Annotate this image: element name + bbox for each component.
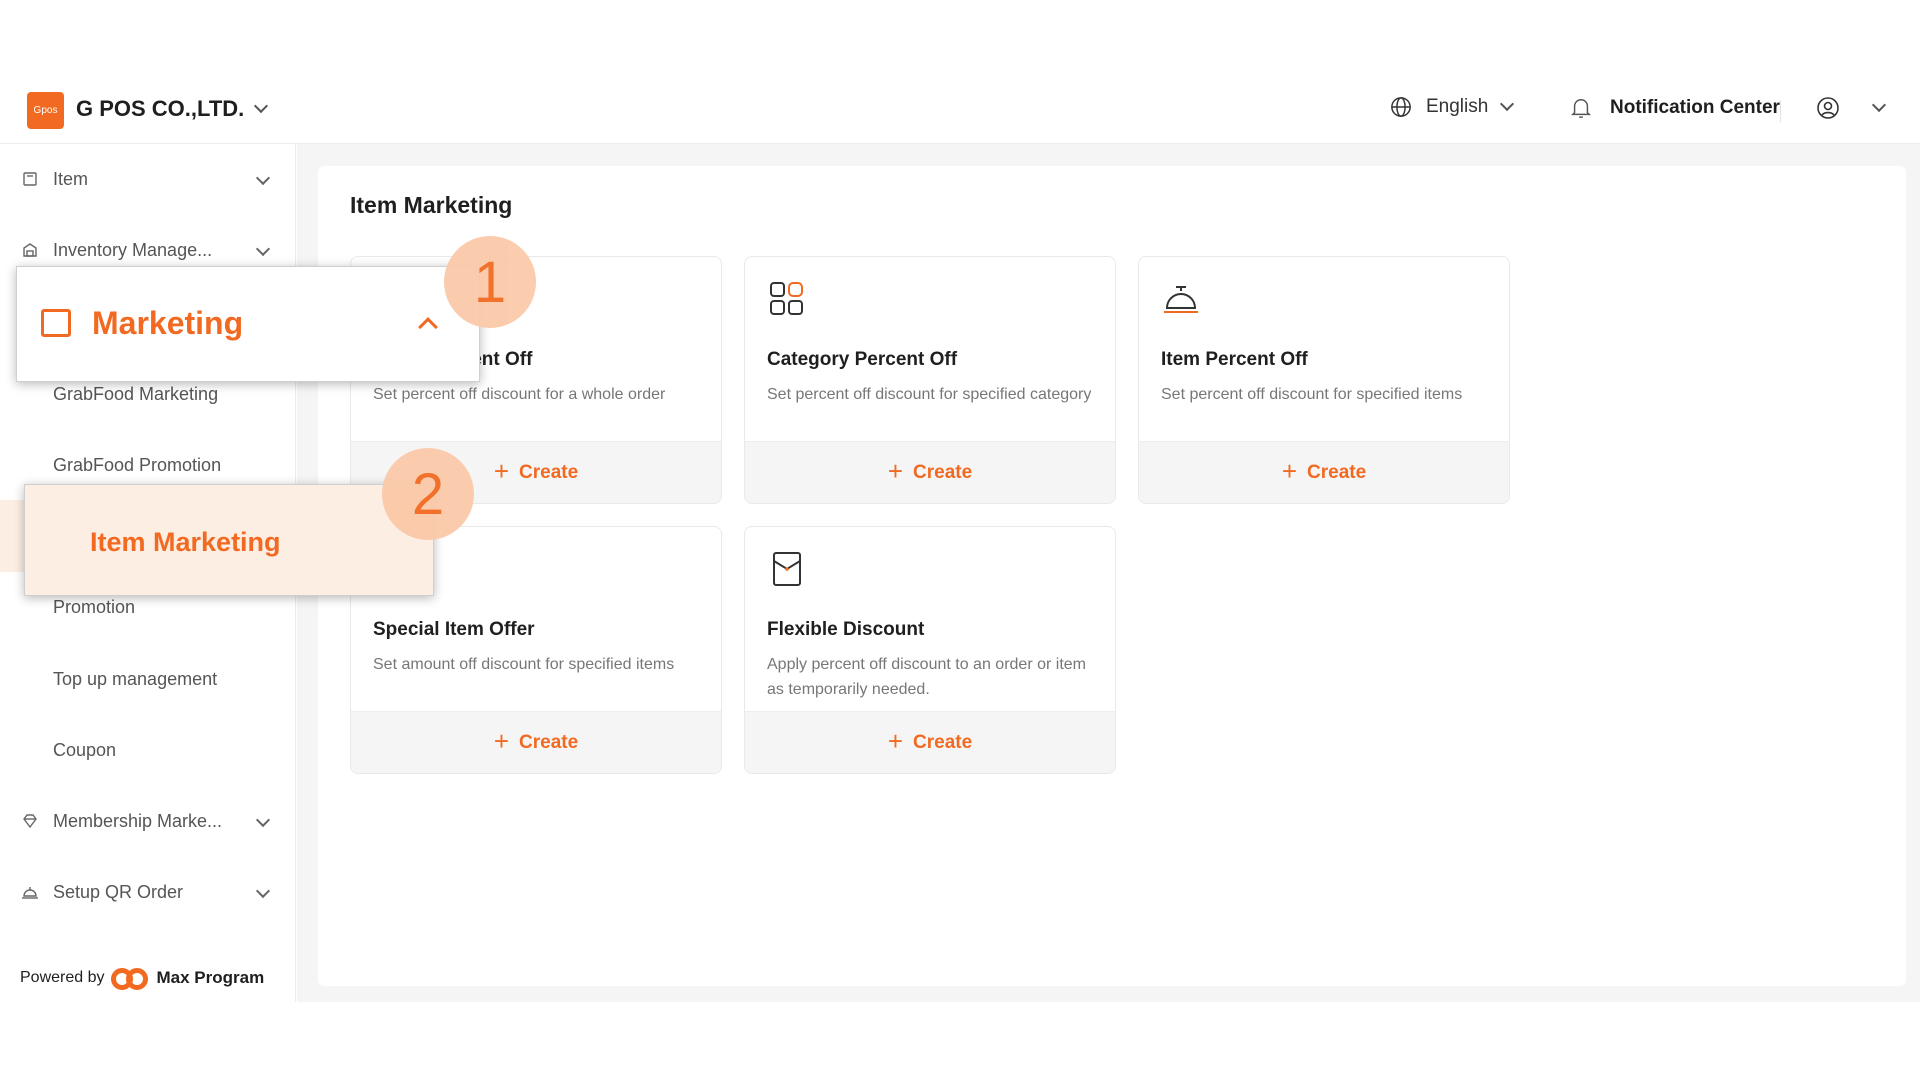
envelope-discount-icon bbox=[773, 552, 801, 586]
card-category-percent-off: Category Percent Off Set percent off dis… bbox=[744, 256, 1116, 504]
card-flexible-discount: Flexible Discount Apply percent off disc… bbox=[744, 526, 1116, 774]
sidebar-item-item[interactable]: Item bbox=[0, 151, 296, 207]
sidebar-item-item-marketing[interactable]: Item Marketing bbox=[24, 484, 434, 596]
logo-text: Gpos bbox=[33, 105, 58, 116]
card-description: Set percent off discount for a whole ord… bbox=[373, 386, 666, 403]
bell-service-icon bbox=[21, 883, 39, 901]
card-description: Set percent off discount for specified i… bbox=[1161, 386, 1463, 403]
language-label: English bbox=[1426, 96, 1489, 117]
brand-name: Max Program bbox=[156, 968, 265, 987]
plus-icon: + bbox=[1281, 456, 1298, 486]
create-button[interactable]: + Create bbox=[745, 441, 1115, 503]
max-program-logo-icon bbox=[110, 966, 151, 990]
notification-label: Notification Center bbox=[1610, 97, 1780, 118]
sidebar-subitem-label: GrabFood Promotion bbox=[53, 454, 222, 475]
marketing-label: Marketing bbox=[92, 305, 244, 341]
plus-icon: + bbox=[493, 726, 510, 756]
chevron-up-icon bbox=[418, 317, 438, 337]
card-item-percent-off: Item Percent Off Set percent off discoun… bbox=[1138, 256, 1510, 504]
powered-by-label: Powered by bbox=[20, 969, 105, 986]
sidebar-item-setup-qr-order[interactable]: Setup QR Order bbox=[0, 864, 296, 920]
chevron-down-icon bbox=[1871, 97, 1887, 113]
language-selector[interactable]: English bbox=[1390, 96, 1515, 118]
box-icon bbox=[21, 170, 39, 188]
create-button[interactable]: + Create bbox=[745, 711, 1115, 773]
chevron-down-icon bbox=[255, 170, 271, 186]
sidebar-subitem-label: Coupon bbox=[53, 739, 117, 760]
card-title: Flexible Discount bbox=[767, 619, 925, 640]
sidebar-subitem-label: GrabFood Marketing bbox=[53, 383, 219, 404]
plus-icon: + bbox=[887, 456, 904, 486]
chevron-down-icon bbox=[255, 812, 271, 828]
item-marketing-label: Item Marketing bbox=[90, 527, 281, 557]
company-logo[interactable]: Gpos bbox=[27, 92, 64, 129]
chevron-down-icon bbox=[254, 98, 269, 114]
create-button[interactable]: + Create bbox=[1139, 441, 1509, 503]
plus-icon: + bbox=[887, 726, 904, 756]
create-label: Create bbox=[519, 731, 579, 753]
sidebar-subitem-label: Top up management bbox=[53, 668, 218, 689]
card-title: Item Percent Off bbox=[1161, 349, 1308, 370]
card-description: Apply percent off discount to an order o… bbox=[767, 656, 1086, 698]
globe-icon bbox=[1391, 97, 1411, 117]
page-title: Item Marketing bbox=[350, 192, 513, 218]
warehouse-icon bbox=[21, 241, 39, 259]
user-circle-icon bbox=[1817, 97, 1839, 119]
company-name: G POS CO.,LTD. bbox=[76, 96, 245, 121]
card-description: Set amount off discount for specified it… bbox=[373, 656, 675, 673]
chevron-down-icon bbox=[255, 883, 271, 899]
user-menu[interactable] bbox=[1816, 96, 1887, 120]
step-badge-1: 1 bbox=[444, 236, 536, 328]
create-label: Create bbox=[1307, 461, 1367, 483]
powered-by: Powered by Max Program bbox=[20, 966, 264, 990]
sidebar-subitem-label: Promotion bbox=[53, 596, 136, 617]
card-title: Special Item Offer bbox=[373, 619, 535, 640]
ticket-icon bbox=[41, 309, 71, 337]
card-description: Set percent off discount for specified c… bbox=[767, 386, 1092, 403]
category-grid-icon bbox=[770, 282, 803, 315]
notification-center-button[interactable]: Notification Center bbox=[1570, 96, 1780, 120]
sidebar-item-top-up-management[interactable]: Top up management bbox=[0, 651, 296, 707]
service-bell-icon bbox=[1164, 286, 1198, 313]
chevron-down-icon bbox=[1500, 96, 1515, 112]
company-switcher[interactable]: G POS CO.,LTD. bbox=[76, 96, 269, 122]
sidebar-item-coupon[interactable]: Coupon bbox=[0, 722, 296, 778]
bell-icon bbox=[1570, 99, 1592, 118]
sidebar-item-label: Setup QR Order bbox=[53, 881, 184, 902]
step-badge-2: 2 bbox=[382, 448, 474, 540]
sidebar-item-marketing[interactable]: Marketing bbox=[16, 266, 480, 382]
header-divider bbox=[1780, 100, 1781, 122]
create-button[interactable]: + Create bbox=[351, 711, 721, 773]
chevron-down-icon bbox=[255, 241, 271, 257]
card-title: Category Percent Off bbox=[767, 349, 958, 370]
create-label: Create bbox=[913, 731, 973, 753]
create-label: Create bbox=[913, 461, 973, 483]
create-label: Create bbox=[519, 461, 579, 483]
sidebar-item-label: Item bbox=[53, 168, 89, 189]
sidebar-item-membership[interactable]: Membership Marke... bbox=[0, 793, 296, 849]
sidebar-item-label: Inventory Manage... bbox=[53, 239, 213, 260]
diamond-icon bbox=[21, 812, 39, 830]
sidebar-item-label: Membership Marke... bbox=[53, 810, 223, 831]
plus-icon: + bbox=[493, 456, 510, 486]
